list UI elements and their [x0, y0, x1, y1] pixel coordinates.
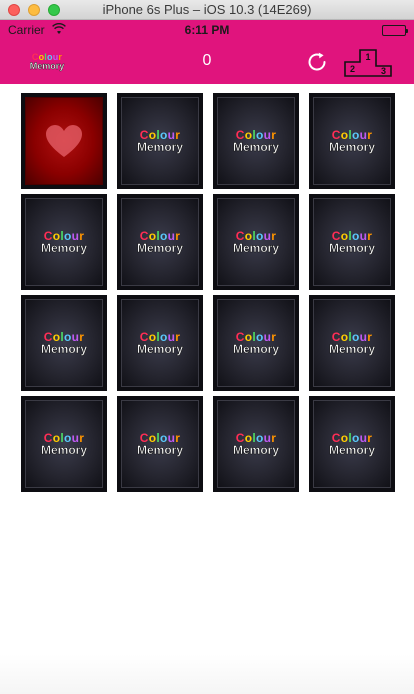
card-back-logo: Colour Memory: [136, 432, 184, 457]
card-back-logo: Colour Memory: [232, 331, 280, 356]
card-logo-memory-text: Memory: [136, 443, 184, 457]
card-hidden[interactable]: Colour Memory: [309, 194, 395, 290]
card-hidden[interactable]: Colour Memory: [309, 396, 395, 492]
card-face: Colour Memory: [217, 198, 295, 286]
card-logo-memory-text: Memory: [40, 443, 88, 457]
card-hidden[interactable]: Colour Memory: [213, 396, 299, 492]
card-logo-memory-text: Memory: [232, 140, 280, 154]
card-face: Colour Memory: [25, 299, 103, 387]
card-logo-memory-text: Memory: [136, 241, 184, 255]
card-face: Colour Memory: [121, 299, 199, 387]
card-face: Colour Memory: [313, 299, 391, 387]
card-hidden[interactable]: Colour Memory: [213, 194, 299, 290]
app-nav-bar: Colour Memory 0 1 2 3: [0, 40, 414, 84]
card-back-logo: Colour Memory: [136, 331, 184, 356]
card-logo-memory-text: Memory: [328, 140, 376, 154]
heart-icon: [46, 125, 82, 157]
card-face: Colour Memory: [121, 400, 199, 488]
card-hidden[interactable]: Colour Memory: [117, 396, 203, 492]
card-hidden[interactable]: Colour Memory: [21, 295, 107, 391]
ios-status-bar: Carrier 6:11 PM: [0, 20, 414, 40]
card-face: Colour Memory: [121, 97, 199, 185]
card-logo-memory-text: Memory: [328, 443, 376, 457]
card-hidden[interactable]: Colour Memory: [21, 194, 107, 290]
card-back-logo: Colour Memory: [328, 230, 376, 255]
podium-label-third: 3: [381, 66, 386, 76]
battery-icon: [382, 25, 408, 36]
card-hidden[interactable]: Colour Memory: [117, 194, 203, 290]
card-hidden[interactable]: Colour Memory: [21, 396, 107, 492]
card-face: Colour Memory: [313, 97, 391, 185]
restart-icon[interactable]: [305, 50, 329, 74]
card-face: Colour Memory: [313, 198, 391, 286]
card-logo-memory-text: Memory: [136, 140, 184, 154]
bottom-area: [0, 654, 414, 694]
card-face: Colour Memory: [217, 400, 295, 488]
card-logo-memory-text: Memory: [328, 241, 376, 255]
card-back-logo: Colour Memory: [136, 129, 184, 154]
card-hidden[interactable]: Colour Memory: [117, 295, 203, 391]
leaderboard-podium-icon[interactable]: 1 2 3: [343, 46, 393, 78]
card-face: Colour Memory: [313, 400, 391, 488]
card-revealed[interactable]: [21, 93, 107, 189]
simulator-title-bar: iPhone 6s Plus – iOS 10.3 (14E269): [0, 0, 414, 20]
card-hidden[interactable]: Colour Memory: [117, 93, 203, 189]
card-back-logo: Colour Memory: [232, 230, 280, 255]
card-face: [25, 97, 103, 185]
card-back-logo: Colour Memory: [232, 129, 280, 154]
card-logo-memory-text: Memory: [40, 342, 88, 356]
card-face: Colour Memory: [217, 299, 295, 387]
card-back-logo: Colour Memory: [328, 331, 376, 356]
card-back-logo: Colour Memory: [232, 432, 280, 457]
window-title: iPhone 6s Plus – iOS 10.3 (14E269): [102, 2, 312, 17]
card-back-logo: Colour Memory: [328, 129, 376, 154]
card-hidden[interactable]: Colour Memory: [309, 295, 395, 391]
card-logo-memory-text: Memory: [232, 342, 280, 356]
card-face: Colour Memory: [217, 97, 295, 185]
card-back-logo: Colour Memory: [328, 432, 376, 457]
card-face: Colour Memory: [25, 400, 103, 488]
card-hidden[interactable]: Colour Memory: [213, 93, 299, 189]
podium-label-first: 1: [365, 52, 370, 62]
card-logo-memory-text: Memory: [136, 342, 184, 356]
card-back-logo: Colour Memory: [136, 230, 184, 255]
card-logo-memory-text: Memory: [232, 443, 280, 457]
card-back-logo: Colour Memory: [40, 432, 88, 457]
podium-label-second: 2: [350, 64, 355, 74]
card-hidden[interactable]: Colour Memory: [309, 93, 395, 189]
card-grid: Colour Memory Colour Memory Colour Memory Colo…: [21, 93, 395, 492]
card-face: Colour Memory: [25, 198, 103, 286]
card-back-logo: Colour Memory: [40, 331, 88, 356]
card-logo-memory-text: Memory: [40, 241, 88, 255]
card-logo-memory-text: Memory: [232, 241, 280, 255]
card-logo-memory-text: Memory: [328, 342, 376, 356]
card-back-logo: Colour Memory: [40, 230, 88, 255]
card-face: Colour Memory: [121, 198, 199, 286]
status-time: 6:11 PM: [184, 23, 230, 37]
card-hidden[interactable]: Colour Memory: [213, 295, 299, 391]
